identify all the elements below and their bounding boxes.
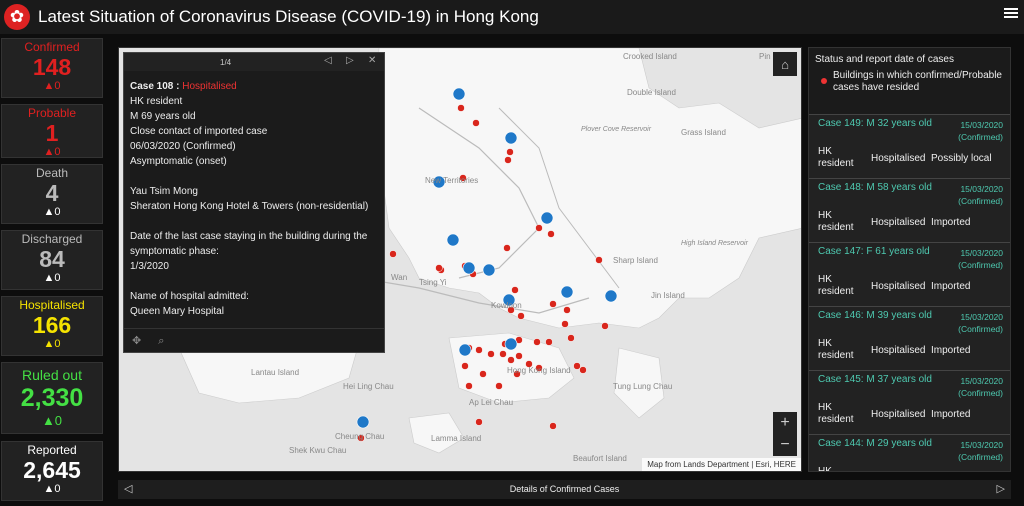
previous-arrow-icon[interactable]: ◁ — [124, 480, 132, 499]
stat-probable: Probable 1 ▲0 — [1, 104, 103, 158]
legend: Buildings in which confirmed/Probable ca… — [815, 70, 1004, 94]
hospital-name: Queen Mary Hospital — [130, 306, 224, 317]
sidebar-header: Status and report date of cases Building… — [809, 48, 1010, 114]
app-header: ✿ Latest Situation of Coronavirus Diseas… — [0, 0, 1024, 34]
case-list-item[interactable]: Case 149: M 32 years old 15/03/2020 (Conf… — [809, 114, 1010, 178]
stay-date: 1/3/2020 — [130, 261, 169, 272]
stat-death: Death 4 ▲0 — [1, 164, 103, 224]
stat-discharged: Discharged 84 ▲0 — [1, 230, 103, 290]
page-title: Latest Situation of Coronavirus Disease … — [38, 7, 539, 26]
zoom-controls: + − — [773, 412, 797, 456]
map-attribution: Map from Lands Department | Esri, HERE — [642, 458, 801, 471]
popup-footer: ✥ ⌕ — [124, 328, 384, 352]
previous-feature-icon[interactable]: ◁ — [324, 55, 332, 66]
case-status: Hospitalised — [182, 81, 237, 92]
zoom-in-button[interactable]: + — [773, 412, 797, 434]
details-bar: ◁ Details of Confirmed Cases ▷ — [118, 480, 1011, 499]
case-list-item[interactable]: Case 146: M 39 years old 15/03/2020 (Conf… — [809, 306, 1010, 370]
building: Sheraton Hong Kong Hotel & Towers (non-r… — [130, 201, 369, 212]
case-dot-icon — [821, 78, 827, 84]
stay-label: Date of the last case staying in the bui… — [130, 231, 368, 257]
case-detail: 06/03/2020 (Confirmed) — [130, 141, 236, 152]
zoom-out-button[interactable]: − — [773, 434, 797, 456]
popup-header: 1/4 ◁ ▷ ✕ — [124, 53, 384, 71]
case-detail: HK resident — [130, 96, 183, 107]
sidebar-title: Status and report date of cases — [815, 54, 954, 65]
hk-emblem-icon: ✿ — [4, 4, 30, 30]
hospital-label: Name of hospital admitted: — [130, 291, 249, 302]
next-feature-icon[interactable]: ▷ — [346, 55, 354, 66]
case-list-item[interactable]: Case 148: M 58 years old 15/03/2020 (Conf… — [809, 178, 1010, 242]
stat-reported: Reported 2,645 ▲0 — [1, 441, 103, 501]
details-title: Details of Confirmed Cases — [509, 484, 620, 494]
district: Yau Tsim Mong — [130, 186, 198, 197]
pan-icon[interactable]: ✥ — [132, 335, 141, 347]
case-list-item[interactable]: Case 147: F 61 years old 15/03/2020 (Conf… — [809, 242, 1010, 306]
case-detail: Asymptomatic (onset) — [130, 156, 227, 167]
cases-sidebar: Status and report date of cases Building… — [808, 47, 1011, 472]
next-arrow-icon[interactable]: ▷ — [997, 480, 1005, 499]
close-icon[interactable]: ✕ — [368, 55, 376, 66]
zoom-to-icon[interactable]: ⌕ — [158, 335, 164, 347]
case-popup: 1/4 ◁ ▷ ✕ Case 108 : Hospitalised HK res… — [123, 52, 385, 353]
case-list-item[interactable]: Case 145: M 37 years old 15/03/2020 (Conf… — [809, 370, 1010, 434]
legend-label: Buildings in which confirmed/Probable ca… — [833, 70, 1002, 93]
stat-hospitalised: Hospitalised 166 ▲0 — [1, 296, 103, 356]
hamburger-menu-icon[interactable] — [1004, 5, 1018, 21]
home-icon: ⌂ — [781, 56, 789, 72]
case-detail: M 69 years old — [130, 111, 196, 122]
stat-ruled-out: Ruled out 2,330 ▲0 — [1, 362, 103, 434]
popup-pager: 1/4 — [220, 58, 232, 67]
popup-content: Case 108 : Hospitalised HK resident M 69… — [124, 71, 384, 327]
case-detail: Close contact of imported case — [130, 126, 268, 137]
stat-confirmed: Confirmed 148 ▲0 — [1, 38, 103, 98]
case-list-item[interactable]: Case 144: M 29 years old 15/03/2020 (Conf… — [809, 434, 1010, 471]
case-id: Case 108 : — [130, 81, 183, 92]
home-extent-button[interactable]: ⌂ — [773, 52, 797, 76]
